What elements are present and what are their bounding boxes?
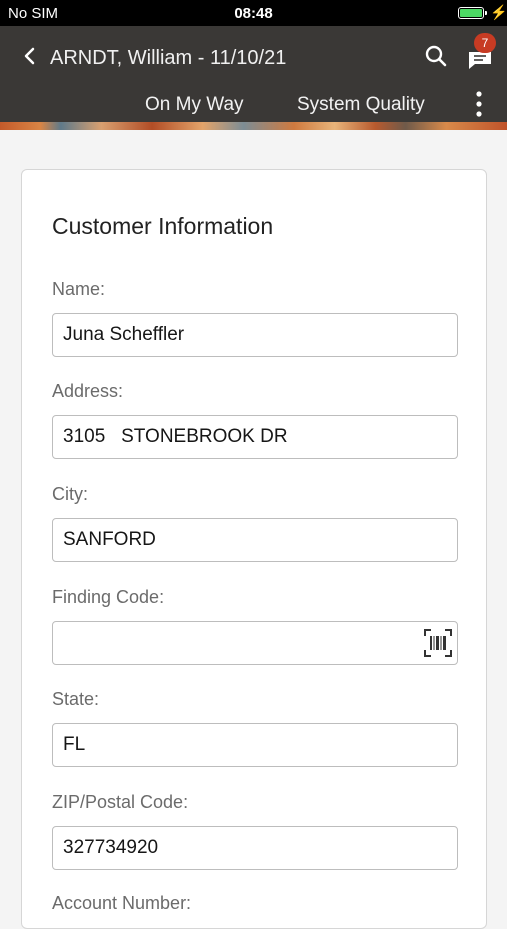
battery-icon <box>458 7 487 19</box>
state-field[interactable]: FL <box>52 723 458 767</box>
finding-code-field[interactable] <box>52 621 458 665</box>
account-number-label: Account Number: <box>52 893 192 913</box>
address-field[interactable]: 3105 STONEBROOK DR <box>52 415 458 459</box>
barcode-scan-icon[interactable] <box>423 628 453 658</box>
search-icon[interactable] <box>424 44 448 68</box>
chevron-left-icon[interactable] <box>20 44 40 68</box>
city-field[interactable]: SANFORD <box>52 518 458 562</box>
section-title: Customer Information <box>52 213 274 239</box>
state-label: State: <box>52 689 100 709</box>
app-header: ARNDT, William - 11/10/21 7 On My Way Sy… <box>0 26 507 122</box>
name-label: Name: <box>52 279 106 299</box>
zip-field[interactable]: 327734920 <box>52 826 458 870</box>
tab-on-my-way[interactable]: On My Way <box>145 94 244 116</box>
finding-code-label: Finding Code: <box>52 587 165 607</box>
page-title: ARNDT, William - 11/10/21 <box>50 47 287 69</box>
charging-icon: ⚡ <box>490 4 507 20</box>
name-field[interactable]: Juna Scheffler <box>52 313 458 357</box>
status-bar: No SIM 08:48 ⚡ <box>0 0 507 26</box>
zip-label: ZIP/Postal Code: <box>52 792 189 812</box>
customer-info-card: Customer Information Name: Juna Scheffle… <box>21 169 487 929</box>
decorative-banner <box>0 122 507 130</box>
tab-system-quality[interactable]: System Quality <box>297 94 425 116</box>
clock: 08:48 <box>234 5 273 22</box>
city-label: City: <box>52 484 88 504</box>
address-label: Address: <box>52 381 124 401</box>
more-vertical-icon[interactable] <box>474 90 484 118</box>
notification-badge: 7 <box>474 33 496 53</box>
